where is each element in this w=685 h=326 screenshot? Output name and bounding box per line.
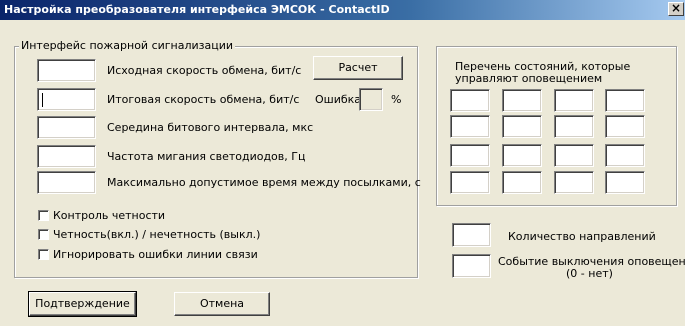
state-input-3[interactable] bbox=[554, 89, 594, 112]
error-value-field bbox=[359, 88, 383, 111]
error-label: Ошибка bbox=[315, 93, 362, 106]
confirm-button[interactable]: Подтверждение bbox=[28, 291, 137, 317]
state-input-15[interactable] bbox=[554, 171, 594, 194]
close-icon[interactable]: × bbox=[668, 2, 684, 16]
cancel-button[interactable]: Отмена bbox=[174, 292, 270, 316]
state-input-1[interactable] bbox=[450, 89, 490, 112]
max-interval-input[interactable] bbox=[37, 171, 96, 194]
state-input-11[interactable] bbox=[554, 144, 594, 167]
title-bar: Настройка преобразователя интерфейса ЭМС… bbox=[0, 0, 685, 20]
ignore-line-errors-checkbox[interactable] bbox=[38, 249, 49, 260]
text-caret bbox=[42, 93, 43, 107]
state-input-13[interactable] bbox=[450, 171, 490, 194]
calculate-button[interactable]: Расчет bbox=[313, 56, 403, 80]
notification-off-event-input[interactable] bbox=[452, 254, 491, 278]
state-input-14[interactable] bbox=[502, 171, 542, 194]
state-input-2[interactable] bbox=[502, 89, 542, 112]
fire-alarm-interface-legend: Интерфейс пожарной сигнализации bbox=[19, 39, 236, 52]
source-baud-rate-label: Исходная скорость обмена, бит/с bbox=[107, 64, 302, 77]
state-input-9[interactable] bbox=[450, 144, 490, 167]
led-blink-frequency-label: Частота мигания светодиодов, Гц bbox=[107, 150, 306, 163]
even-odd-parity-checkbox[interactable] bbox=[38, 229, 49, 240]
max-interval-label: Максимально допустимое время между посыл… bbox=[107, 176, 421, 189]
parity-check-checkbox[interactable] bbox=[38, 210, 49, 221]
even-odd-parity-label: Четность(вкл.) / нечетность (выкл.) bbox=[53, 228, 261, 241]
state-input-12[interactable] bbox=[605, 144, 645, 167]
notification-off-event-label-line2: (0 - нет) bbox=[566, 267, 613, 280]
directions-count-input[interactable] bbox=[452, 223, 491, 247]
state-input-4[interactable] bbox=[605, 89, 645, 112]
state-input-6[interactable] bbox=[502, 115, 542, 138]
notification-states-title-line2: управляют оповещением bbox=[455, 72, 603, 85]
source-baud-rate-input[interactable] bbox=[37, 59, 96, 82]
state-input-5[interactable] bbox=[450, 115, 490, 138]
parity-check-label: Контроль четности bbox=[53, 209, 166, 222]
bit-interval-middle-input[interactable] bbox=[37, 116, 96, 139]
state-input-10[interactable] bbox=[502, 144, 542, 167]
directions-count-label: Количество направлений bbox=[508, 230, 656, 243]
error-unit: % bbox=[391, 93, 402, 106]
ignore-line-errors-label: Игнорировать ошибки линии связи bbox=[53, 248, 258, 261]
result-baud-rate-label: Итоговая скорость обмена, бит/с bbox=[107, 93, 300, 106]
result-baud-rate-input[interactable] bbox=[37, 88, 96, 111]
state-input-16[interactable] bbox=[605, 171, 645, 194]
bit-interval-middle-label: Середина битового интервала, мкс bbox=[107, 121, 314, 134]
state-input-7[interactable] bbox=[554, 115, 594, 138]
state-input-8[interactable] bbox=[605, 115, 645, 138]
led-blink-frequency-input[interactable] bbox=[37, 145, 96, 168]
window-title: Настройка преобразователя интерфейса ЭМС… bbox=[4, 3, 390, 16]
